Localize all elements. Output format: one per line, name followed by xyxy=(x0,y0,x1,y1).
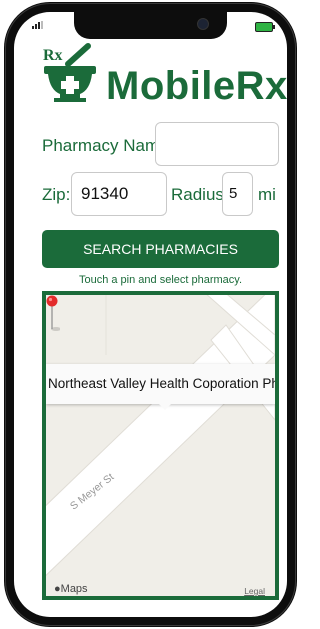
radius-label: Radius: xyxy=(171,185,229,204)
maps-label: Maps xyxy=(60,583,88,595)
camera-icon xyxy=(197,18,209,30)
apple-icon: ● xyxy=(54,583,61,595)
callout-tail xyxy=(157,402,173,410)
map-hint: Touch a pin and select pharmacy. xyxy=(78,274,243,286)
radius-input[interactable]: 5 xyxy=(222,172,253,216)
signal-icon xyxy=(32,21,43,29)
pharmacy-name-input[interactable] xyxy=(155,122,279,166)
pharmacy-name-label: Pharmacy Name: xyxy=(42,136,174,155)
map-roads xyxy=(46,295,275,596)
phone-frame: Rx MobileRx Pharmacy Name: Zip: 91340 Ra… xyxy=(4,2,297,627)
zip-input[interactable]: 91340 xyxy=(71,172,167,216)
logo-rx-text: Rx xyxy=(43,47,63,64)
brand-title: MobileRx xyxy=(106,64,287,108)
pharmacy-callout[interactable]: Northeast Valley Health Coporation Phar.… xyxy=(46,364,275,404)
zip-label: Zip: xyxy=(42,185,71,204)
pharmacy-map[interactable]: Northeast Valley Health Coporation Phar.… xyxy=(42,291,279,600)
map-pin-icon[interactable] xyxy=(46,295,60,333)
battery-icon xyxy=(255,22,275,32)
app-screen: Rx MobileRx Pharmacy Name: Zip: 91340 Ra… xyxy=(14,12,287,617)
apple-maps-logo: ●Maps xyxy=(54,583,88,595)
legal-link[interactable]: Legal xyxy=(244,586,265,596)
notch xyxy=(74,12,227,39)
search-pharmacies-button[interactable]: SEARCH PHARMACIES xyxy=(42,230,279,268)
rx-mortar-logo-icon: Rx xyxy=(43,43,96,102)
radius-unit: mi xyxy=(258,185,276,204)
